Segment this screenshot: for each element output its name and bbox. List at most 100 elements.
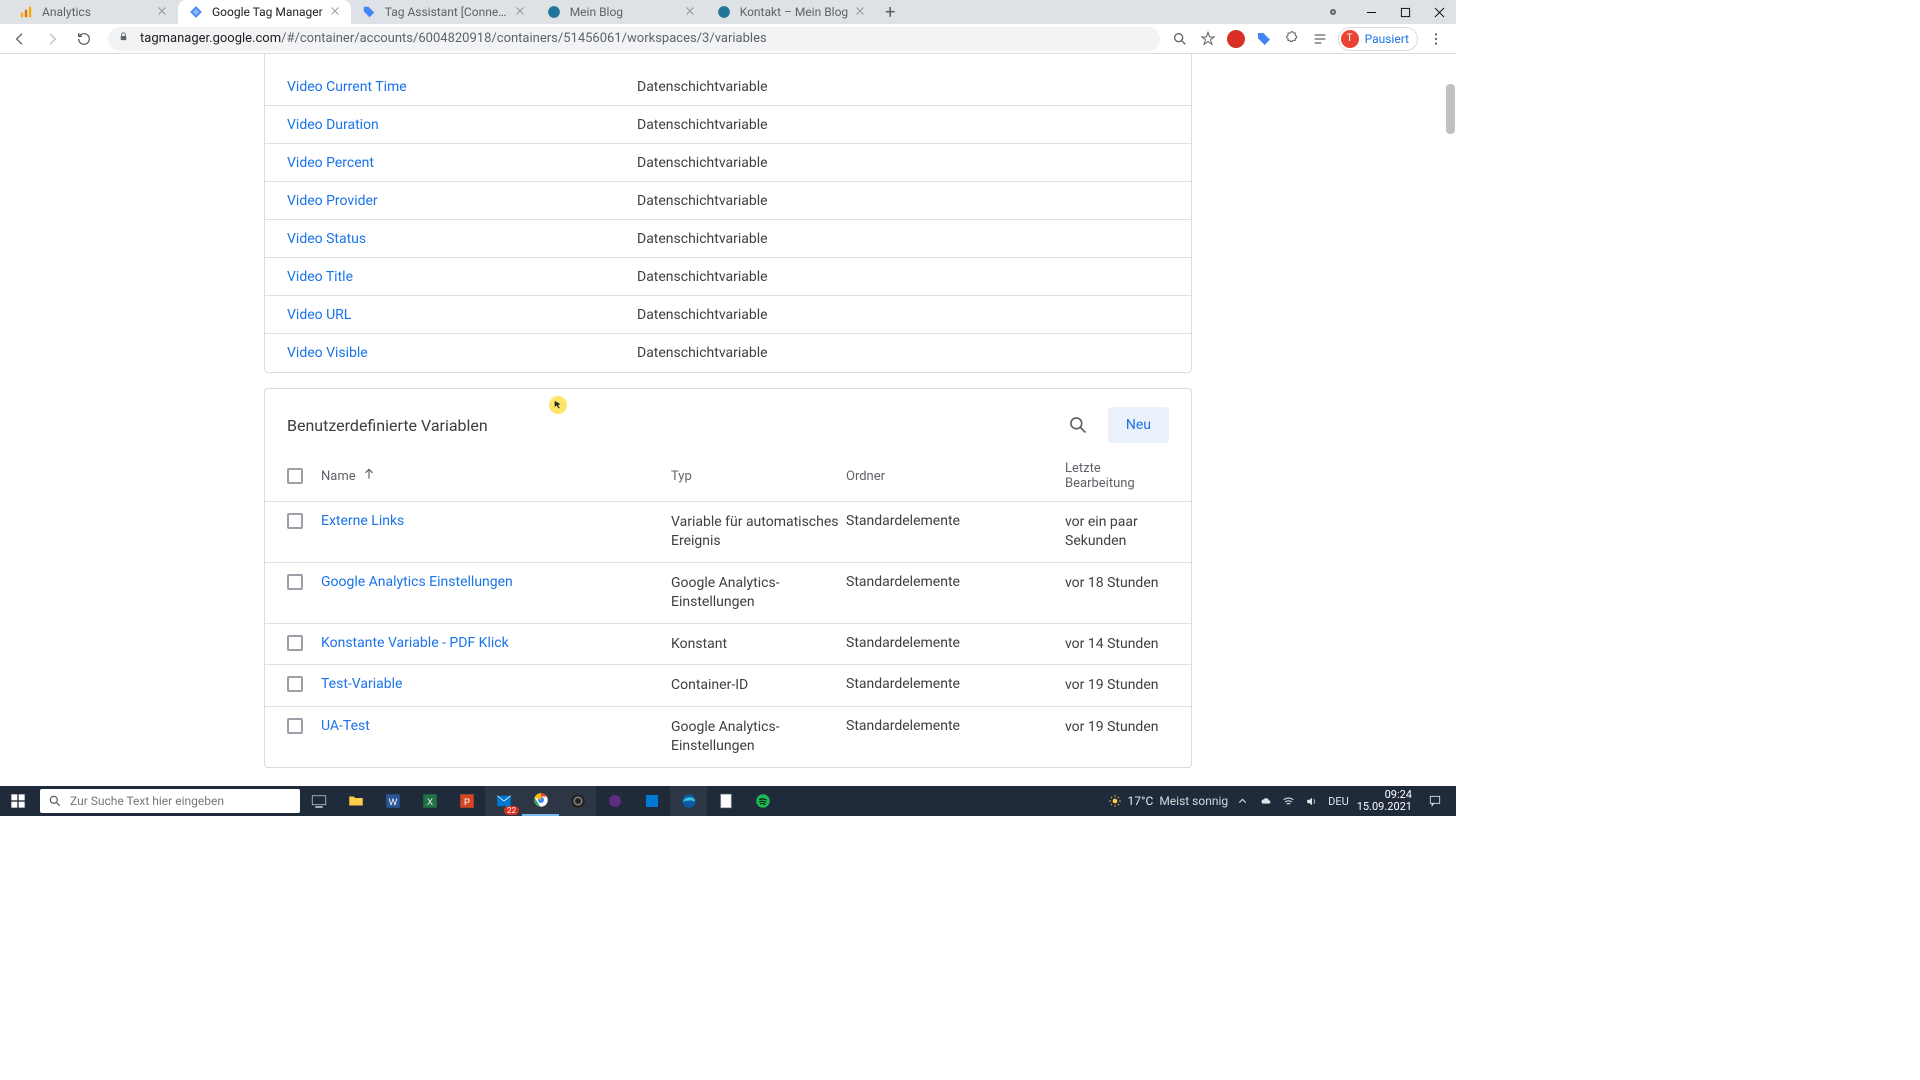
custom-variable-row[interactable]: Externe LinksVariable für automatisches … xyxy=(265,502,1191,563)
custom-variable-row[interactable]: Google Analytics EinstellungenGoogle Ana… xyxy=(265,563,1191,624)
nav-forward[interactable] xyxy=(38,25,66,53)
col-type-header[interactable]: Typ xyxy=(671,469,846,484)
nav-reload[interactable] xyxy=(70,25,98,53)
select-all-checkbox[interactable] xyxy=(287,468,303,484)
tab-kontakt[interactable]: Kontakt – Mein Blog xyxy=(706,0,876,24)
powerpoint-icon[interactable]: P xyxy=(448,786,485,816)
col-name-header[interactable]: Name xyxy=(321,467,671,485)
variable-type: Datenschichtvariable xyxy=(637,231,768,247)
reading-list-icon[interactable] xyxy=(1310,29,1330,49)
page-scrollbar[interactable] xyxy=(1445,54,1455,786)
variable-name-link[interactable]: Video Visible xyxy=(287,345,637,361)
builtin-variable-row[interactable]: Video URLDatenschichtvariable xyxy=(265,296,1191,334)
variable-name-link[interactable]: Test-Variable xyxy=(321,676,402,692)
extension-adblock-icon[interactable] xyxy=(1226,29,1246,49)
weather-widget[interactable]: 17°C Meist sonnig xyxy=(1108,794,1229,808)
variable-type: Datenschichtvariable xyxy=(637,79,768,95)
close-icon[interactable] xyxy=(684,5,698,19)
close-icon[interactable] xyxy=(329,5,343,19)
variable-name-link[interactable]: Video Title xyxy=(287,269,637,285)
variable-edited: vor ein paar Sekunden xyxy=(1065,513,1169,551)
variable-name-link[interactable]: Video URL xyxy=(287,307,637,323)
close-icon[interactable] xyxy=(854,5,868,19)
search-omnibox-icon[interactable] xyxy=(1170,29,1190,49)
variable-name-link[interactable]: Video Provider xyxy=(287,193,637,209)
taskbar-apps: W X P 22 xyxy=(300,786,781,816)
window-close[interactable] xyxy=(1422,0,1456,24)
spotify-icon[interactable] xyxy=(744,786,781,816)
custom-variable-row[interactable]: Konstante Variable - PDF KlickKonstantSt… xyxy=(265,624,1191,666)
edge-icon[interactable] xyxy=(670,786,707,816)
builtin-variable-row[interactable]: Video Current TimeDatenschichtvariable xyxy=(265,68,1191,106)
variable-name-link[interactable]: Video Duration xyxy=(287,117,637,133)
builtin-variable-row[interactable]: Video StatusDatenschichtvariable xyxy=(265,220,1191,258)
builtin-variable-row[interactable]: Video VisibleDatenschichtvariable xyxy=(265,334,1191,372)
builtin-variable-row[interactable]: Video PercentDatenschichtvariable xyxy=(265,144,1191,182)
variable-name-link[interactable]: Video Current Time xyxy=(287,79,637,95)
col-folder-header[interactable]: Ordner xyxy=(846,469,1065,484)
action-center-icon[interactable] xyxy=(1420,794,1450,808)
close-icon[interactable] xyxy=(514,5,528,19)
builtin-variable-row[interactable]: Video ProviderDatenschichtvariable xyxy=(265,182,1191,220)
url-field[interactable]: tagmanager.google.com/#/container/accoun… xyxy=(108,27,1160,51)
tab-tagassistant[interactable]: Tag Assistant [Connected] xyxy=(351,0,536,24)
row-checkbox[interactable] xyxy=(287,513,303,529)
mail-icon[interactable]: 22 xyxy=(485,786,522,816)
row-checkbox[interactable] xyxy=(287,635,303,651)
taskbar-clock[interactable]: 09:24 15.09.2021 xyxy=(1357,789,1412,812)
taskbar-search[interactable]: Zur Suche Text hier eingeben xyxy=(40,789,300,813)
app-icon-1[interactable] xyxy=(596,786,633,816)
wifi-icon[interactable] xyxy=(1282,795,1295,808)
volume-icon[interactable] xyxy=(1305,795,1318,808)
chrome-icon[interactable] xyxy=(522,786,559,816)
toolbar-icons: T Pausiert xyxy=(1170,27,1450,51)
variable-name-link[interactable]: Konstante Variable - PDF Klick xyxy=(321,635,509,651)
new-variable-button[interactable]: Neu xyxy=(1108,407,1169,443)
taskview-icon[interactable] xyxy=(300,786,337,816)
row-checkbox[interactable] xyxy=(287,574,303,590)
svg-text:X: X xyxy=(426,797,432,807)
tab-meinblog[interactable]: Mein Blog xyxy=(536,0,706,24)
col-edited-header[interactable]: Letzte Bearbeitung xyxy=(1065,461,1169,491)
cast-icon[interactable] xyxy=(1330,9,1336,15)
bookmark-icon[interactable] xyxy=(1198,29,1218,49)
row-checkbox[interactable] xyxy=(287,718,303,734)
variable-name-link[interactable]: UA-Test xyxy=(321,718,370,734)
notepad-icon[interactable] xyxy=(707,786,744,816)
nav-back[interactable] xyxy=(6,25,34,53)
window-minimize[interactable] xyxy=(1354,0,1388,24)
variable-name-link[interactable]: Video Status xyxy=(287,231,637,247)
row-checkbox[interactable] xyxy=(287,676,303,692)
word-icon[interactable]: W xyxy=(374,786,411,816)
tab-label: Google Tag Manager xyxy=(212,5,323,19)
tab-label: Tag Assistant [Connected] xyxy=(385,5,508,19)
builtin-variable-row[interactable]: Video DurationDatenschichtvariable xyxy=(265,106,1191,144)
variable-name-link[interactable]: Externe Links xyxy=(321,513,404,529)
taskbar-right: 17°C Meist sonnig DEU 09:24 15.09.2021 xyxy=(1108,786,1456,816)
scrollbar-thumb[interactable] xyxy=(1446,84,1455,134)
variable-name-link[interactable]: Google Analytics Einstellungen xyxy=(321,574,513,590)
variable-name-link[interactable]: Video Percent xyxy=(287,155,637,171)
new-tab-button[interactable]: + xyxy=(876,0,904,24)
chevron-up-icon[interactable] xyxy=(1236,795,1249,808)
tab-gtm[interactable]: Google Tag Manager xyxy=(178,0,351,24)
window-maximize[interactable] xyxy=(1388,0,1422,24)
custom-variable-row[interactable]: Test-VariableContainer-IDStandardelement… xyxy=(265,665,1191,707)
system-tray[interactable]: DEU xyxy=(1236,795,1349,808)
chrome-menu-icon[interactable] xyxy=(1426,29,1446,49)
start-button[interactable] xyxy=(0,786,36,816)
app-icon-2[interactable] xyxy=(633,786,670,816)
custom-variable-row[interactable]: UA-TestGoogle Analytics-EinstellungenSta… xyxy=(265,707,1191,767)
tab-analytics[interactable]: Analytics xyxy=(8,0,178,24)
extensions-puzzle-icon[interactable] xyxy=(1282,29,1302,49)
extension-tagassistant-icon[interactable] xyxy=(1254,29,1274,49)
search-button[interactable] xyxy=(1060,407,1096,443)
file-explorer-icon[interactable] xyxy=(337,786,374,816)
onedrive-icon[interactable] xyxy=(1259,795,1272,808)
language-indicator[interactable]: DEU xyxy=(1328,795,1349,808)
builtin-variable-row[interactable]: Video TitleDatenschichtvariable xyxy=(265,258,1191,296)
profile-chip[interactable]: T Pausiert xyxy=(1338,27,1418,51)
excel-icon[interactable]: X xyxy=(411,786,448,816)
obs-icon[interactable] xyxy=(559,786,596,816)
close-icon[interactable] xyxy=(156,5,170,19)
